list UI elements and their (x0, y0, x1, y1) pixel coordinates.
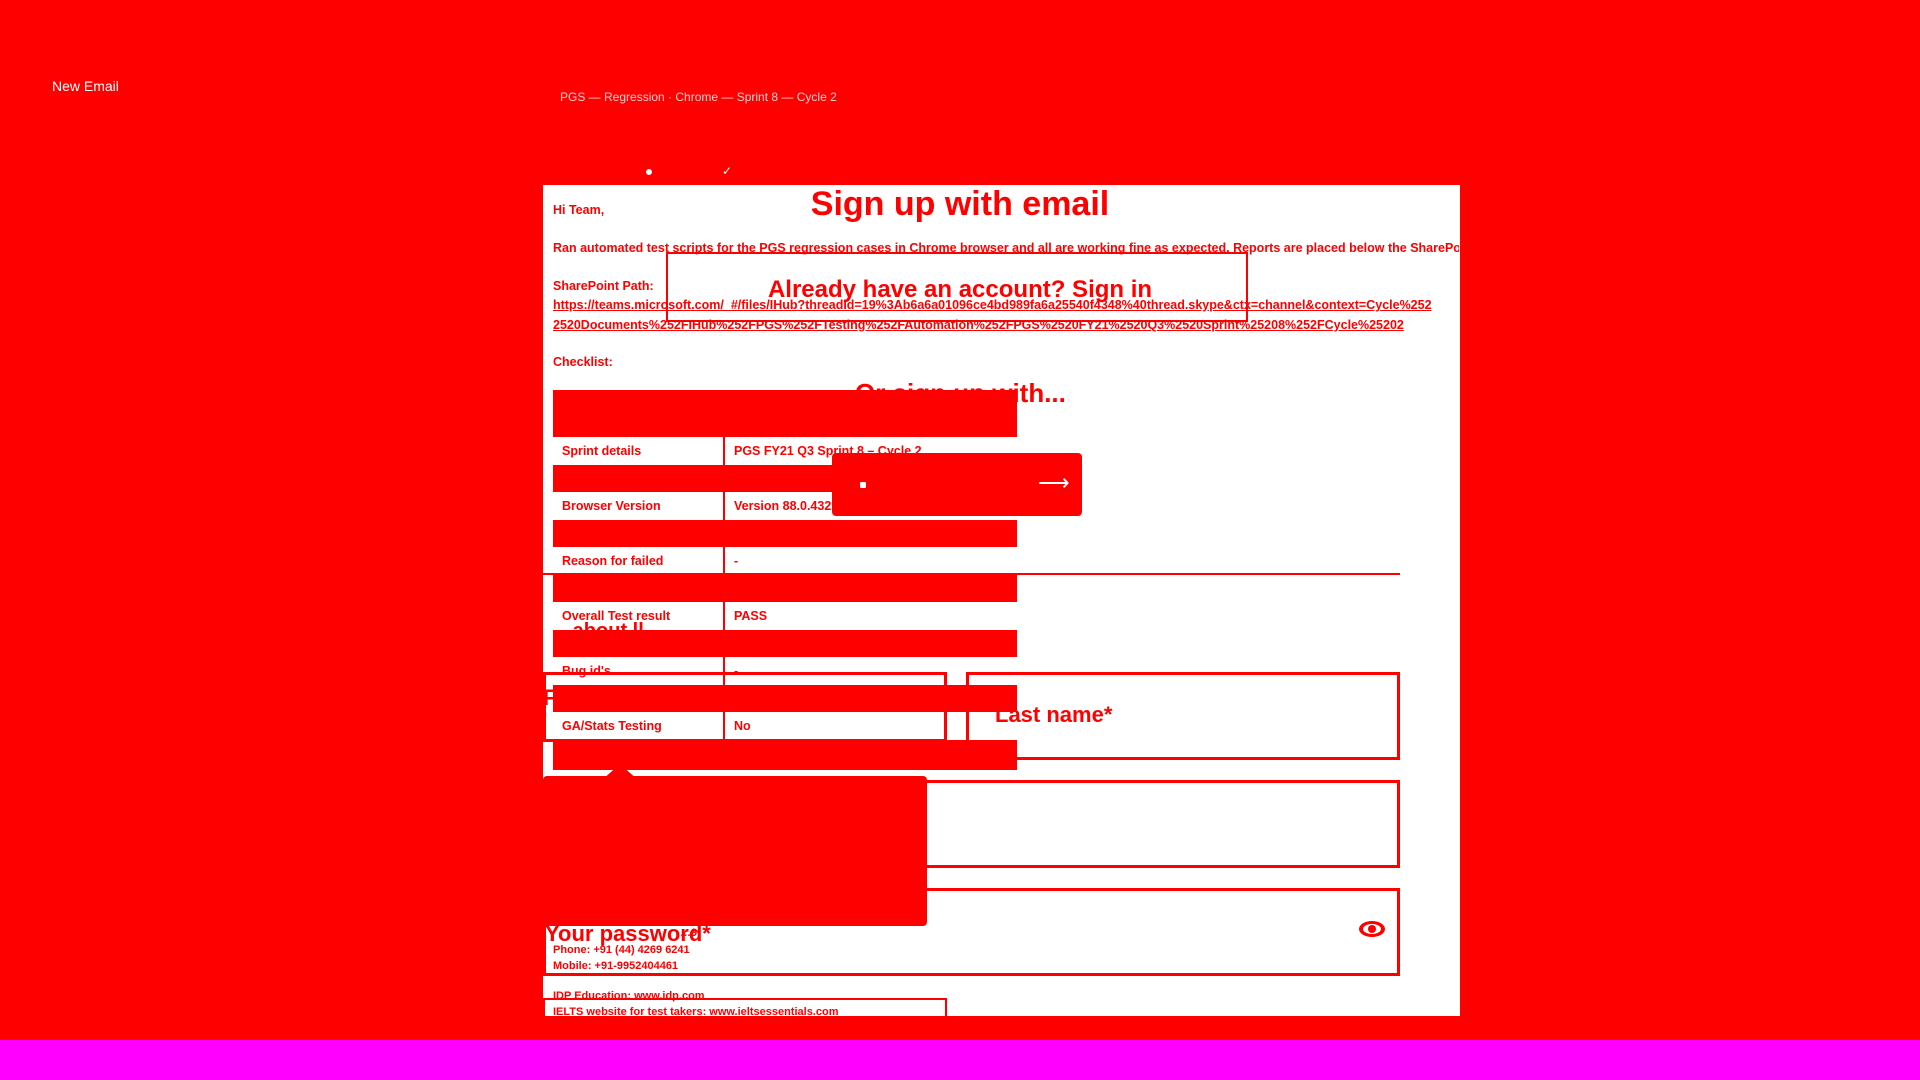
section-label: ...about ll... (556, 620, 661, 642)
recipient-check-icon: ✓ (722, 164, 733, 178)
section-divider (543, 573, 1400, 575)
show-password-eye-icon[interactable] (1358, 920, 1386, 938)
table-row: Reason for failed - (553, 547, 1017, 575)
checklist-row-label: Reason for failed (555, 547, 725, 575)
signature-name: …9 (680, 927, 698, 939)
bottom-bar (0, 1040, 1920, 1080)
first-name-field[interactable] (543, 672, 947, 742)
signature-mobile: Mobile: +91-9952404461 (553, 960, 679, 972)
signature-phone: Phone: +91 (44) 4269 6241 (553, 944, 690, 956)
last-name-label: Last name* (995, 702, 1113, 727)
checklist-row-label: Browser Version (555, 492, 725, 520)
checklist-row-value: - (734, 554, 739, 568)
provider-icon (860, 482, 866, 488)
checklist-row-value: PASS (734, 609, 768, 623)
subject-preview: PGS — Regression · Chrome — Sprint 8 — C… (560, 90, 837, 104)
signin-link[interactable]: Already have an account? Sign in (0, 276, 1920, 304)
arrow-right-icon: ⟶ (1038, 470, 1070, 495)
checklist-label: Checklist: (553, 355, 613, 369)
checklist-row-label: Sprint details (555, 437, 725, 465)
recipient-dot-icon (646, 169, 652, 175)
window-title: New Email (52, 78, 119, 94)
signup-title: Sign up with email (810, 185, 1110, 223)
signature-outline (543, 998, 947, 1028)
